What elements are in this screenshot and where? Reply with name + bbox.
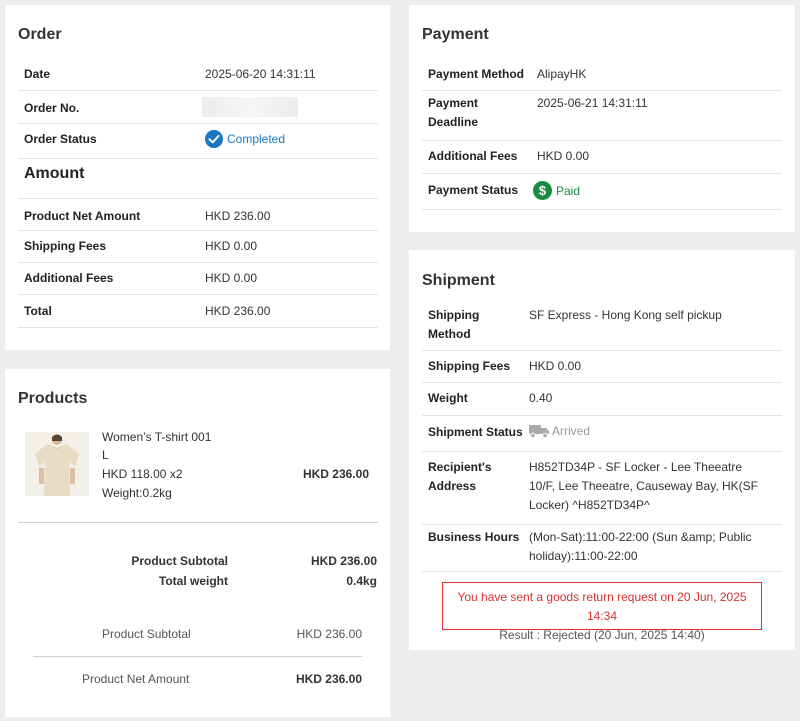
product-price: HKD 118.00 x2 bbox=[102, 467, 183, 481]
shipment-fees-label: Shipping Fees bbox=[428, 359, 511, 373]
shipment-method-label: Shipping Method bbox=[422, 306, 529, 344]
order-status-row: Order Status Completed bbox=[18, 124, 378, 159]
shipment-hours-line2: holiday):11:00-22:00 bbox=[529, 549, 638, 563]
return-request-line2: Result : Rejected (20 Jun, 2025 14:40) bbox=[499, 628, 705, 642]
payment-deadline-label-line2: Deadline bbox=[428, 115, 479, 129]
payment-method-row: Payment Method AlipayHK bbox=[422, 56, 782, 91]
summary-subtotal-label: Product Subtotal bbox=[102, 627, 191, 641]
amount-net-label: Product Net Amount bbox=[24, 209, 141, 223]
product-size: L bbox=[102, 448, 109, 462]
shipment-status-text: Arrived bbox=[552, 424, 591, 438]
shipment-hours-line1: (Mon-Sat):11:00-22:00 (Sun &amp; Public bbox=[529, 530, 752, 544]
payment-deadline-row: Payment Deadline 2025-06-21 14:31:11 bbox=[422, 91, 782, 141]
products-subtotal-value: HKD 236.00 bbox=[310, 554, 377, 568]
shipment-weight-row: Weight 0.40 bbox=[422, 383, 782, 416]
svg-text:$: $ bbox=[539, 183, 547, 198]
summary-net-label: Product Net Amount bbox=[82, 672, 190, 686]
amount-total-row: Total HKD 236.00 bbox=[18, 295, 378, 328]
shipment-weight-label: Weight bbox=[428, 391, 468, 405]
amount-shipping-label: Shipping Fees bbox=[24, 239, 107, 253]
amount-total-value: HKD 236.00 bbox=[205, 304, 271, 318]
amount-total-label: Total bbox=[24, 304, 52, 318]
shipment-method-label-line1: Shipping bbox=[428, 308, 480, 322]
amount-shipping-value: HKD 0.00 bbox=[205, 239, 258, 253]
payment-deadline-label-line1: Payment bbox=[428, 96, 479, 110]
order-date-value: 2025-06-20 14:31:11 bbox=[205, 67, 316, 81]
shipment-status-label: Shipment Status bbox=[428, 425, 523, 439]
shipment-address-label-line1: Recipient's bbox=[428, 460, 492, 474]
return-request-line1: You have sent a goods return request on … bbox=[457, 590, 747, 623]
order-no-value-redacted bbox=[202, 97, 298, 117]
order-no-label: Order No. bbox=[24, 101, 80, 115]
shipment-address-value: H852TD34P - SF Locker - Lee Theeatre 10/… bbox=[529, 458, 758, 515]
order-card: Order Date 2025-06-20 14:31:11 Order No.… bbox=[5, 5, 390, 350]
shipment-address-label-line2: Address bbox=[428, 479, 477, 493]
truck-icon bbox=[529, 425, 549, 439]
shipment-address-line3: Locker) ^H852TD34P^ bbox=[529, 498, 650, 512]
shipment-address-line2: 10/F, Lee Theeatre, Causeway Bay, HK(SF bbox=[529, 479, 759, 493]
payment-status-label: Payment Status bbox=[428, 183, 519, 197]
product-item[interactable]: Women’s T-shirt 001 L HKD 118.00 x2 Weig… bbox=[25, 428, 375, 501]
amount-title: Amount bbox=[24, 165, 85, 182]
order-status-label: Order Status bbox=[24, 132, 97, 146]
amount-net-row: Product Net Amount HKD 236.00 bbox=[18, 198, 378, 231]
amount-additional-value: HKD 0.00 bbox=[205, 271, 258, 285]
shipment-method-value: SF Express - Hong Kong self pickup bbox=[529, 308, 722, 322]
order-date-label: Date bbox=[24, 67, 51, 81]
order-no-row: Order No. bbox=[18, 91, 378, 124]
shipment-status-value: Arrived bbox=[529, 423, 590, 439]
payment-additional-label: Additional Fees bbox=[428, 149, 518, 163]
order-status-text: Completed bbox=[227, 132, 286, 146]
shipment-address-label: Recipient's Address bbox=[422, 458, 529, 496]
tshirt-image-icon bbox=[25, 432, 89, 496]
payment-additional-value: HKD 0.00 bbox=[537, 149, 590, 163]
check-circle-icon bbox=[205, 130, 223, 148]
shipment-title: Shipment bbox=[422, 272, 495, 289]
summary-divider bbox=[33, 656, 362, 657]
shipment-method-row: Shipping Method SF Express - Hong Kong s… bbox=[422, 301, 782, 351]
payment-additional-row: Additional Fees HKD 0.00 bbox=[422, 141, 782, 174]
payment-method-label: Payment Method bbox=[428, 67, 525, 81]
payment-card: Payment Payment Method AlipayHK Payment … bbox=[409, 5, 795, 232]
product-line-total: HKD 236.00 bbox=[302, 467, 369, 481]
products-weight-label: Total weight bbox=[158, 574, 228, 588]
payment-method-value: AlipayHK bbox=[537, 67, 587, 81]
shipment-hours-label: Business Hours bbox=[428, 530, 520, 544]
shipment-hours-row: Business Hours (Mon-Sat):11:00-22:00 (Su… bbox=[422, 525, 782, 572]
products-title: Products bbox=[18, 390, 88, 407]
order-date-row: Date 2025-06-20 14:31:11 bbox=[18, 56, 378, 91]
shipment-weight-value: 0.40 bbox=[529, 391, 553, 405]
products-weight-value: 0.4kg bbox=[346, 574, 377, 588]
amount-additional-row: Additional Fees HKD 0.00 bbox=[18, 263, 378, 295]
dollar-circle-icon: $ bbox=[533, 181, 552, 200]
return-request-notice: You have sent a goods return request on … bbox=[442, 582, 762, 642]
amount-net-value: HKD 236.00 bbox=[205, 209, 271, 223]
products-card: Products Women’s T-shirt 001 L HKD 118.0… bbox=[5, 369, 390, 717]
summary-subtotal-value: HKD 236.00 bbox=[296, 627, 362, 641]
shipment-method-label-line2: Method bbox=[428, 327, 471, 341]
order-title: Order bbox=[18, 26, 62, 43]
shipment-hours-value: (Mon-Sat):11:00-22:00 (Sun &amp; Public … bbox=[529, 528, 752, 566]
payment-deadline-value: 2025-06-21 14:31:11 bbox=[537, 96, 648, 110]
product-weight: Weight:0.2kg bbox=[102, 486, 172, 500]
summary-net-value: HKD 236.00 bbox=[295, 672, 362, 686]
products-subtotal-label: Product Subtotal bbox=[131, 554, 228, 568]
shipment-address-line1: H852TD34P - SF Locker - Lee Theeatre bbox=[529, 460, 742, 474]
products-divider bbox=[18, 522, 378, 523]
shipment-fees-value: HKD 0.00 bbox=[529, 359, 582, 373]
payment-title: Payment bbox=[422, 26, 489, 43]
amount-additional-label: Additional Fees bbox=[24, 271, 114, 285]
product-name[interactable]: Women’s T-shirt 001 bbox=[102, 428, 211, 447]
shipment-status-row: Shipment Status Arrived bbox=[422, 416, 782, 452]
shipment-address-row: Recipient's Address H852TD34P - SF Locke… bbox=[422, 452, 782, 525]
payment-status-text: Paid bbox=[556, 183, 581, 198]
payment-deadline-label: Payment Deadline bbox=[422, 94, 537, 132]
product-thumbnail[interactable] bbox=[25, 432, 89, 496]
shipment-fees-row: Shipping Fees HKD 0.00 bbox=[422, 351, 782, 383]
amount-shipping-row: Shipping Fees HKD 0.00 bbox=[18, 231, 378, 263]
payment-status-row: Payment Status $ Paid bbox=[422, 174, 782, 210]
payment-status-value: $ Paid bbox=[533, 181, 580, 200]
order-status-value: Completed bbox=[205, 130, 285, 148]
